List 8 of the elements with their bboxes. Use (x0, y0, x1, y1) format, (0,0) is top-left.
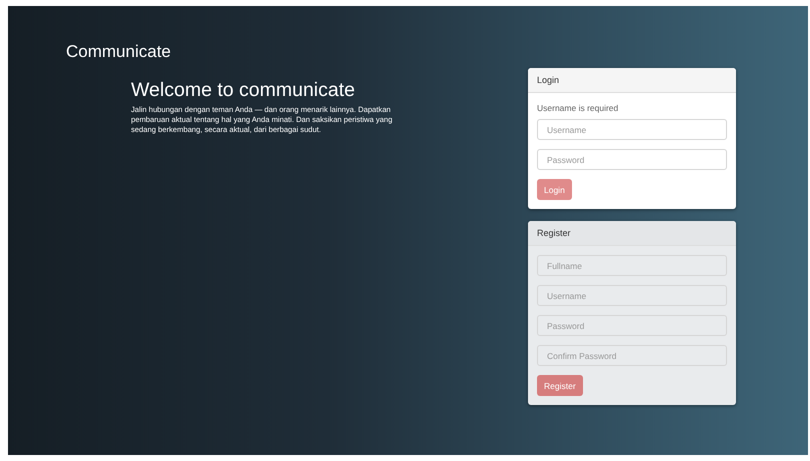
input-field[interactable]: Password (537, 149, 727, 170)
welcome-heading: Welcome to communicate (131, 79, 356, 101)
app-title: Communicate (66, 42, 172, 62)
card-header: Register (528, 221, 736, 246)
login-button[interactable]: Login (537, 179, 572, 200)
input-field[interactable]: Username (537, 119, 727, 140)
validation-message: Username is required (537, 103, 620, 113)
card-header: Login (528, 68, 736, 93)
